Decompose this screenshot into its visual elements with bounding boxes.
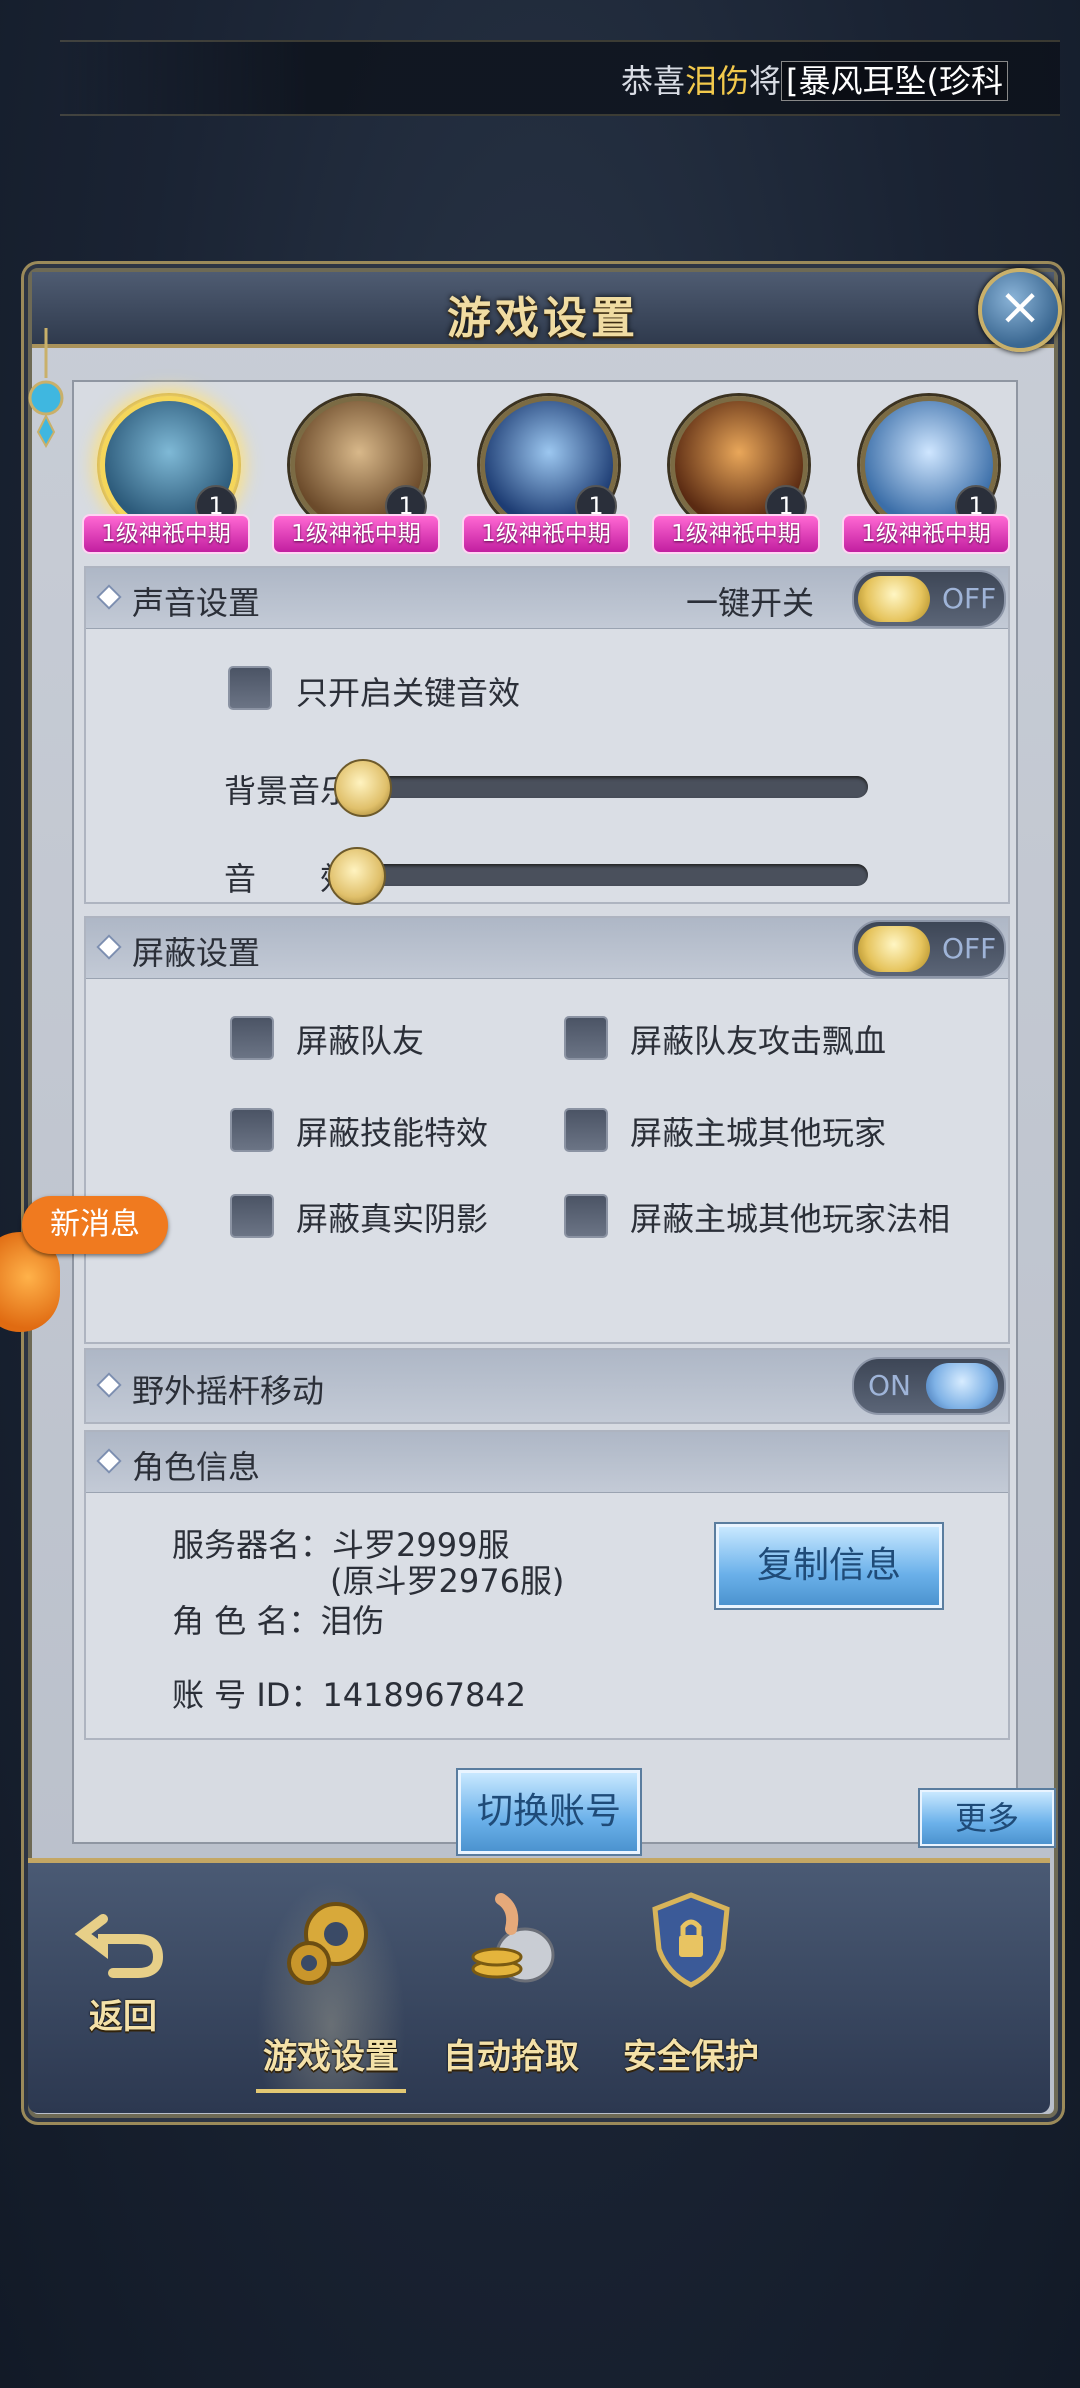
bgm-slider[interactable] xyxy=(356,776,868,798)
ticker-player-name: 泪伤 xyxy=(684,62,749,100)
hide-teammates-label: 屏蔽队友 xyxy=(296,1022,425,1060)
avatar-rank-label: 1级神祇中期 xyxy=(842,514,1010,554)
close-icon: × xyxy=(998,277,1042,337)
announcement-ticker: 恭喜泪伤将 [暴风耳坠(珍科 xyxy=(60,40,1060,116)
avatar-rank-label: 1级神祇中期 xyxy=(462,514,630,554)
section-title: 屏蔽设置 xyxy=(132,934,261,972)
account-id: 账 号 ID：1418967842 xyxy=(172,1676,527,1714)
hide-city-players-label: 屏蔽主城其他玩家 xyxy=(630,1114,887,1152)
settings-content: 1 1级神祇中期 1 1级神祇中期 1 1级神祇中期 1 1级神祇中期 1 1级… xyxy=(72,380,1054,1854)
hide-real-shadows-checkbox[interactable] xyxy=(230,1194,274,1238)
shield-settings-section: 屏蔽设置 OFF 屏蔽队友 屏蔽队友攻击飘血 屏蔽技能特效 屏蔽主城其他玩家 屏… xyxy=(84,916,1010,1344)
hide-teammates-checkbox[interactable] xyxy=(230,1016,274,1060)
hide-teammate-damage-checkbox[interactable] xyxy=(564,1016,608,1060)
shield-lock-icon xyxy=(652,1892,730,1988)
hide-city-player-avatars-label: 屏蔽主城其他玩家法相 xyxy=(630,1200,951,1238)
nav-game-settings-label: 游戏设置 xyxy=(263,2037,399,2077)
switch-account-button[interactable]: 切换账号 xyxy=(458,1770,640,1854)
only-key-sound-checkbox[interactable] xyxy=(228,666,272,710)
section-title: 声音设置 xyxy=(132,584,261,622)
hide-teammate-damage-label: 屏蔽队友攻击飘血 xyxy=(630,1022,887,1060)
role-info-section: 角色信息 服务器名：斗罗2999服 (原斗罗2976服) 角 色 名：泪伤 账 … xyxy=(84,1430,1010,1740)
copy-info-button[interactable]: 复制信息 xyxy=(716,1524,942,1608)
avatar-row: 1 1级神祇中期 1 1级神祇中期 1 1级神祇中期 1 1级神祇中期 1 1级… xyxy=(74,382,1016,562)
toggle-state-label: OFF xyxy=(942,932,997,965)
shield-settings-header: 屏蔽设置 OFF xyxy=(86,918,1008,979)
ticker-verb: 将 xyxy=(749,62,782,100)
settings-panel: 游戏设置 × 1 1级神祇中期 1 1级神祇中期 1 1级神祇中期 1 1级神祇… xyxy=(28,268,1062,2118)
section-diamond-icon xyxy=(96,1448,122,1474)
hanging-gem-ornament-icon xyxy=(28,328,64,448)
back-button[interactable]: 返回 xyxy=(48,1879,198,2079)
bgm-label: 背景音乐 xyxy=(224,772,353,810)
gear-icon xyxy=(287,1902,368,1985)
hide-skill-effects-label: 屏蔽技能特效 xyxy=(296,1114,489,1152)
sound-master-toggle[interactable]: OFF xyxy=(852,570,1006,628)
hide-skill-effects-checkbox[interactable] xyxy=(230,1108,274,1152)
more-button[interactable]: 更多 xyxy=(920,1790,1054,1846)
hide-city-players-checkbox[interactable] xyxy=(564,1108,608,1152)
ticker-text: 恭喜泪伤将 [暴风耳坠(珍科 xyxy=(608,56,1008,102)
toggle-knob xyxy=(926,1363,998,1409)
hide-real-shadows-label: 屏蔽真实阴影 xyxy=(296,1200,489,1238)
coin-bag-icon xyxy=(471,1893,555,1983)
section-title: 角色信息 xyxy=(132,1448,261,1486)
title-bar: 游戏设置 × xyxy=(32,268,1062,352)
nav-auto-pickup-label: 自动拾取 xyxy=(443,2037,579,2077)
toggle-knob xyxy=(858,926,930,972)
section-title: 野外摇杆移动 xyxy=(132,1372,325,1410)
section-diamond-icon xyxy=(96,584,122,610)
nav-auto-pickup[interactable]: 自动拾取 xyxy=(436,1879,586,2079)
sound-settings-section: 声音设置 一键开关 OFF 只开启关键音效 背景音乐 音 效 xyxy=(84,566,1010,905)
nav-game-settings[interactable]: 游戏设置 xyxy=(256,1879,406,2093)
ticker-prefix: 恭喜 xyxy=(620,62,685,100)
only-key-sound-label: 只开启关键音效 xyxy=(296,674,521,712)
role-info-header: 角色信息 xyxy=(86,1432,1008,1493)
joystick-toggle[interactable]: ON xyxy=(852,1357,1006,1415)
nav-security-label: 安全保护 xyxy=(623,2037,759,2077)
back-label: 返回 xyxy=(89,1997,157,2037)
back-arrow-icon xyxy=(74,1914,164,1978)
section-diamond-icon xyxy=(96,934,122,960)
joystick-section: 野外摇杆移动 ON xyxy=(84,1348,1010,1424)
master-switch-label: 一键开关 xyxy=(686,584,815,622)
toggle-knob xyxy=(858,576,930,622)
character-name: 角 色 名：泪伤 xyxy=(172,1602,385,1640)
panel-title: 游戏设置 xyxy=(447,293,639,344)
nav-security[interactable]: 安全保护 xyxy=(616,1879,766,2079)
close-button[interactable]: × xyxy=(978,268,1062,352)
toggle-state-label: OFF xyxy=(942,582,997,615)
hide-city-player-avatars-checkbox[interactable] xyxy=(564,1194,608,1238)
sfx-slider-knob[interactable] xyxy=(328,847,386,905)
avatar-rank-label: 1级神祇中期 xyxy=(82,514,250,554)
bgm-slider-knob[interactable] xyxy=(334,759,392,817)
toggle-state-label: ON xyxy=(868,1369,911,1402)
sound-settings-header: 声音设置 一键开关 OFF xyxy=(86,568,1008,629)
avatar-rank-label: 1级神祇中期 xyxy=(272,514,440,554)
section-diamond-icon xyxy=(96,1372,122,1398)
sfx-slider[interactable] xyxy=(350,864,868,886)
avatar-rank-label: 1级神祇中期 xyxy=(652,514,820,554)
bottom-navigation: 返回 游戏设置 自动拾取 安全保护 xyxy=(28,1858,1050,2113)
new-message-bubble[interactable]: 新消息 xyxy=(22,1196,168,1254)
shield-master-toggle[interactable]: OFF xyxy=(852,920,1006,978)
ticker-item: [暴风耳坠(珍科 xyxy=(781,61,1008,101)
